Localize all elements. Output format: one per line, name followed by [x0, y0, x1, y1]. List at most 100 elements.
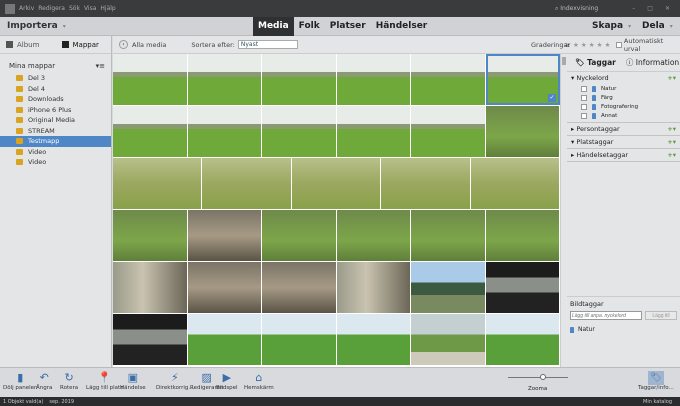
photo-thumbnail[interactable]: [262, 314, 337, 365]
zoom-slider-handle[interactable]: [540, 374, 546, 380]
photo-thumbnail[interactable]: [262, 210, 337, 261]
handelsetaggar-header[interactable]: ▸ Händelsetaggar: [571, 151, 628, 159]
tab-mappar[interactable]: Mappar: [56, 41, 112, 49]
back-button[interactable]: ‹: [119, 40, 128, 49]
folder-item[interactable]: Downloads: [0, 94, 111, 105]
photo-thumbnail[interactable]: [113, 314, 188, 365]
sort-select[interactable]: Nyast: [237, 40, 298, 49]
photo-thumbnail[interactable]: [336, 106, 411, 157]
folder-item[interactable]: Testmapp: [0, 136, 111, 147]
create-button[interactable]: Skapa ▾: [592, 21, 631, 31]
photo-thumbnail[interactable]: [485, 262, 560, 313]
zoom-slider[interactable]: [508, 374, 568, 380]
photo-thumbnail[interactable]: [262, 262, 337, 313]
photo-thumbnail[interactable]: [336, 54, 411, 105]
photo-thumbnail[interactable]: [262, 106, 337, 157]
add-person-tag-icon[interactable]: +▾: [667, 125, 676, 133]
photo-thumbnail[interactable]: [411, 54, 486, 105]
photo-thumbnail[interactable]: [411, 262, 486, 313]
tab-folk[interactable]: Folk: [294, 17, 325, 36]
tab-handelser[interactable]: Händelser: [371, 17, 433, 36]
view-options-icon[interactable]: ▾≡: [96, 62, 105, 70]
photo-thumbnail[interactable]: [336, 314, 411, 365]
menu-visa[interactable]: Visa: [84, 5, 96, 12]
import-button[interactable]: Importera ▾: [7, 21, 66, 31]
photo-thumbnail[interactable]: [113, 106, 188, 157]
folder-item[interactable]: Video: [0, 157, 111, 168]
folder-item[interactable]: iPhone 6 Plus: [0, 105, 111, 116]
scroll-thumb[interactable]: [562, 57, 566, 65]
keyword-checkbox[interactable]: [581, 94, 587, 101]
folder-item[interactable]: STREAM: [0, 126, 111, 137]
photo-thumbnail[interactable]: [113, 158, 203, 209]
photo-thumbnail[interactable]: [411, 106, 486, 157]
toolbar-button[interactable]: ↶ Ångra: [36, 371, 52, 391]
tab-media[interactable]: Media: [253, 16, 294, 36]
menu-redigera[interactable]: Redigera: [38, 5, 65, 12]
photo-thumbnail[interactable]: [485, 210, 560, 261]
photo-thumbnail[interactable]: [187, 54, 262, 105]
keyword-item[interactable]: Fotografering: [567, 102, 680, 111]
scrollbar[interactable]: [560, 54, 567, 367]
platstaggar-header[interactable]: ▾ Platstaggar: [571, 138, 613, 146]
tab-taggar[interactable]: 🏷 Taggar: [575, 58, 616, 67]
photo-thumbnail[interactable]: [411, 314, 486, 365]
photo-thumbnail[interactable]: [187, 262, 262, 313]
photo-thumbnail[interactable]: [113, 262, 188, 313]
toolbar-button[interactable]: ⚡ Direktkorrig...: [156, 371, 194, 391]
toolbar-button[interactable]: ▮ Dölj panelen: [3, 371, 38, 391]
auto-select-checkbox[interactable]: [616, 41, 622, 48]
toolbar-button[interactable]: ▣ Händelse: [120, 371, 146, 391]
photo-thumbnail[interactable]: [470, 158, 560, 209]
photo-thumbnail[interactable]: [336, 262, 411, 313]
keyword-checkbox[interactable]: [581, 85, 587, 92]
photo-thumbnail[interactable]: [291, 158, 382, 209]
photo-thumbnail[interactable]: [336, 210, 411, 261]
breadcrumb[interactable]: Alla media: [132, 41, 166, 49]
photo-thumbnail[interactable]: ✓: [485, 54, 560, 105]
keyword-checkbox[interactable]: [581, 112, 587, 119]
indexing-search[interactable]: ⌕ Indexvisning: [555, 5, 602, 13]
keywords-header[interactable]: ▾ Nyckelord: [571, 74, 609, 82]
folder-item[interactable]: Video: [0, 147, 111, 158]
add-event-tag-icon[interactable]: +▾: [667, 151, 676, 159]
add-keyword-icon[interactable]: +▾: [667, 74, 676, 82]
share-button[interactable]: Dela ▾: [642, 21, 673, 31]
close-icon[interactable]: ✕: [665, 5, 670, 12]
photo-thumbnail[interactable]: [262, 54, 337, 105]
persontaggar-header[interactable]: ▸ Persontaggar: [571, 125, 620, 133]
keyword-input[interactable]: [570, 311, 642, 320]
photo-thumbnail[interactable]: [187, 210, 262, 261]
keyword-item[interactable]: Färg: [567, 93, 680, 102]
tags-info-button[interactable]: 🏷 Taggar/info...: [638, 371, 674, 391]
add-tag-button[interactable]: Lägg till: [645, 311, 677, 320]
menu-hjalp[interactable]: Hjälp: [100, 5, 115, 12]
toolbar-button[interactable]: ⌂ Hemskärm: [244, 371, 274, 391]
folder-item[interactable]: Del 3: [0, 73, 111, 84]
photo-thumbnail[interactable]: [381, 158, 471, 209]
tab-platser[interactable]: Platser: [325, 17, 371, 36]
toolbar-button[interactable]: 📍 Lägg till plats: [86, 371, 123, 391]
photo-thumbnail[interactable]: [113, 54, 188, 105]
keyword-item[interactable]: Annat: [567, 111, 680, 120]
keyword-checkbox[interactable]: [581, 103, 587, 110]
keyword-item[interactable]: Natur: [567, 84, 680, 93]
auto-select-toggle[interactable]: Automatiskt urval: [616, 37, 680, 53]
rating-stars[interactable]: ★ ★ ★ ★ ★: [573, 41, 610, 49]
photo-thumbnail[interactable]: [202, 158, 292, 209]
toolbar-button[interactable]: ▶ Bildspel: [216, 371, 238, 391]
toolbar-button[interactable]: ↻ Rotera: [60, 371, 78, 391]
photo-thumbnail[interactable]: [485, 314, 560, 365]
folder-item[interactable]: Original Media: [0, 115, 111, 126]
catalog-name[interactable]: Min katalog: [643, 399, 672, 405]
maximize-icon[interactable]: □: [647, 5, 653, 12]
ratings-operator[interactable]: ≥: [565, 41, 570, 49]
photo-thumbnail[interactable]: [113, 210, 188, 261]
photo-thumbnail[interactable]: [485, 106, 560, 157]
add-place-tag-icon[interactable]: +▾: [667, 138, 676, 146]
folder-item[interactable]: Del 4: [0, 84, 111, 95]
tab-album[interactable]: Album: [0, 41, 56, 49]
photo-thumbnail[interactable]: [187, 314, 262, 365]
menu-sok[interactable]: Sök: [69, 5, 80, 12]
tab-information[interactable]: ⓘ Information: [626, 57, 679, 68]
